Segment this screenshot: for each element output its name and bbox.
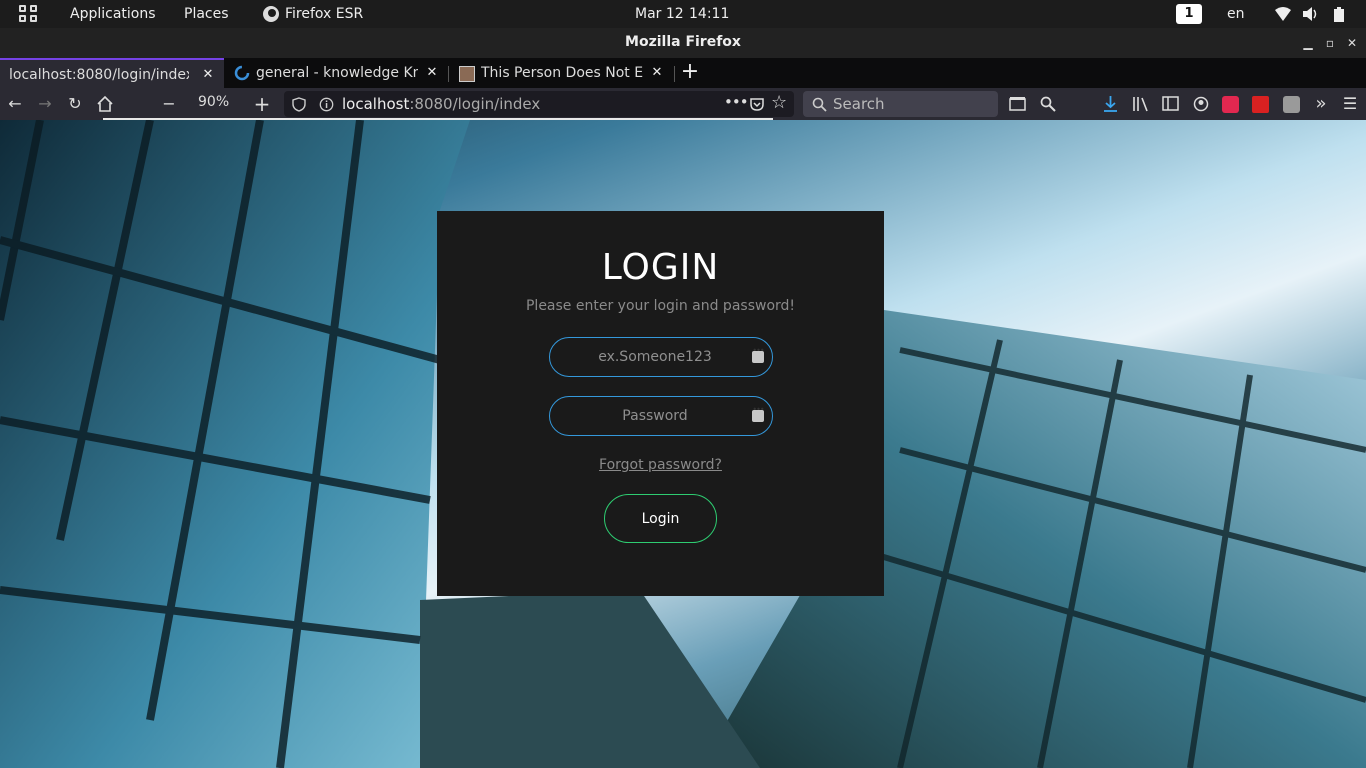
system-top-panel: Applications Places Firefox ESR Mar 12 1… <box>0 0 1366 28</box>
password-manager-fill-icon[interactable] <box>752 405 764 422</box>
zoom-level[interactable]: 90% <box>198 94 229 110</box>
search-icon <box>812 97 827 112</box>
tab-title: general - knowledge Knowledge <box>256 65 418 81</box>
keyboard-layout-indicator[interactable]: en <box>1227 5 1245 23</box>
search-box[interactable]: Search <box>803 91 998 117</box>
translate-extension-icon[interactable] <box>1283 96 1300 113</box>
tab-login[interactable]: localhost:8080/login/index ✕ <box>0 58 224 88</box>
firefox-logo-icon <box>263 6 279 22</box>
url-text[interactable]: localhost:8080/login/index <box>342 95 540 113</box>
tab-title: localhost:8080/login/index <box>9 67 189 83</box>
applications-menu[interactable]: Applications <box>70 5 156 23</box>
wifi-icon[interactable] <box>1275 6 1291 22</box>
battery-icon[interactable] <box>1331 6 1347 22</box>
search-placeholder: Search <box>833 95 885 113</box>
container-tab-icon[interactable] <box>1009 96 1027 112</box>
sidebar-icon[interactable] <box>1162 96 1179 111</box>
clock-time[interactable]: 14:11 <box>689 5 729 23</box>
tab-knowledge[interactable]: general - knowledge Knowledge ✕ <box>225 58 447 88</box>
login-button[interactable]: Login <box>604 494 717 543</box>
zoom-in-button[interactable]: + <box>252 92 272 116</box>
maximize-window-button[interactable]: ▫ <box>1323 36 1337 50</box>
url-bar[interactable]: localhost:8080/login/index ••• ☆ <box>284 91 794 117</box>
page-background: LOGIN Please enter your login and passwo… <box>0 120 1366 768</box>
tab-close-icon[interactable]: ✕ <box>424 64 440 82</box>
library-icon[interactable] <box>1132 96 1150 112</box>
username-field-wrapper <box>549 337 773 377</box>
tab-separator <box>674 66 675 82</box>
minimize-window-button[interactable]: ▁ <box>1301 36 1315 50</box>
home-icon[interactable] <box>96 96 114 112</box>
login-card: LOGIN Please enter your login and passwo… <box>437 211 884 596</box>
volume-icon[interactable] <box>1302 6 1318 22</box>
pocket-icon[interactable] <box>749 97 765 112</box>
ublock-extension-icon[interactable] <box>1222 96 1239 113</box>
navigation-toolbar: ← → ↻ − 90% + localhost:8080/login/index… <box>0 88 1366 120</box>
username-input[interactable] <box>560 338 750 375</box>
tab-this-person[interactable]: This Person Does Not Exist ✕ <box>449 58 673 88</box>
window-titlebar[interactable]: Mozilla Firefox ▁ ▫ ✕ <box>0 28 1366 58</box>
close-window-button[interactable]: ✕ <box>1345 36 1359 50</box>
shield-icon[interactable] <box>292 97 306 112</box>
password-input[interactable] <box>560 397 750 434</box>
page-actions-icon[interactable]: ••• <box>724 93 749 111</box>
back-button[interactable]: ← <box>4 92 26 116</box>
bookmark-star-icon[interactable]: ☆ <box>771 92 787 113</box>
password-manager-extension-icon[interactable] <box>1252 96 1269 113</box>
tab-title: This Person Does Not Exist <box>481 65 643 81</box>
new-tab-button[interactable]: + <box>680 61 700 84</box>
tab-close-icon[interactable]: ✕ <box>200 66 216 84</box>
login-subheading: Please enter your login and password! <box>525 298 796 314</box>
password-manager-fill-icon[interactable] <box>752 346 764 363</box>
forgot-password-link[interactable]: Forgot password? <box>437 457 884 473</box>
url-host: localhost <box>342 95 410 113</box>
places-menu[interactable]: Places <box>184 5 229 23</box>
forward-button[interactable]: → <box>34 92 56 116</box>
window-title: Mozilla Firefox <box>625 34 741 50</box>
url-path: :8080/login/index <box>409 95 541 113</box>
downloads-icon[interactable] <box>1103 95 1118 112</box>
tab-close-icon[interactable]: ✕ <box>649 64 665 82</box>
person-favicon-icon <box>459 66 475 82</box>
zoom-out-button[interactable]: − <box>160 92 178 116</box>
loading-spinner-icon <box>234 65 250 81</box>
password-field-wrapper <box>549 396 773 436</box>
workspace-indicator[interactable]: 1 <box>1176 4 1202 24</box>
clock-date[interactable]: Mar 12 <box>635 5 684 23</box>
reload-button[interactable]: ↻ <box>64 92 86 116</box>
site-info-icon[interactable] <box>319 97 334 112</box>
active-app-label[interactable]: Firefox ESR <box>285 5 363 23</box>
hamburger-menu-icon[interactable]: ☰ <box>1341 92 1359 116</box>
apps-grid-icon[interactable] <box>19 5 39 23</box>
account-icon[interactable] <box>1193 96 1209 112</box>
overflow-menu-icon[interactable]: » <box>1312 92 1330 116</box>
login-heading: LOGIN <box>601 247 720 288</box>
find-icon[interactable] <box>1040 96 1056 112</box>
